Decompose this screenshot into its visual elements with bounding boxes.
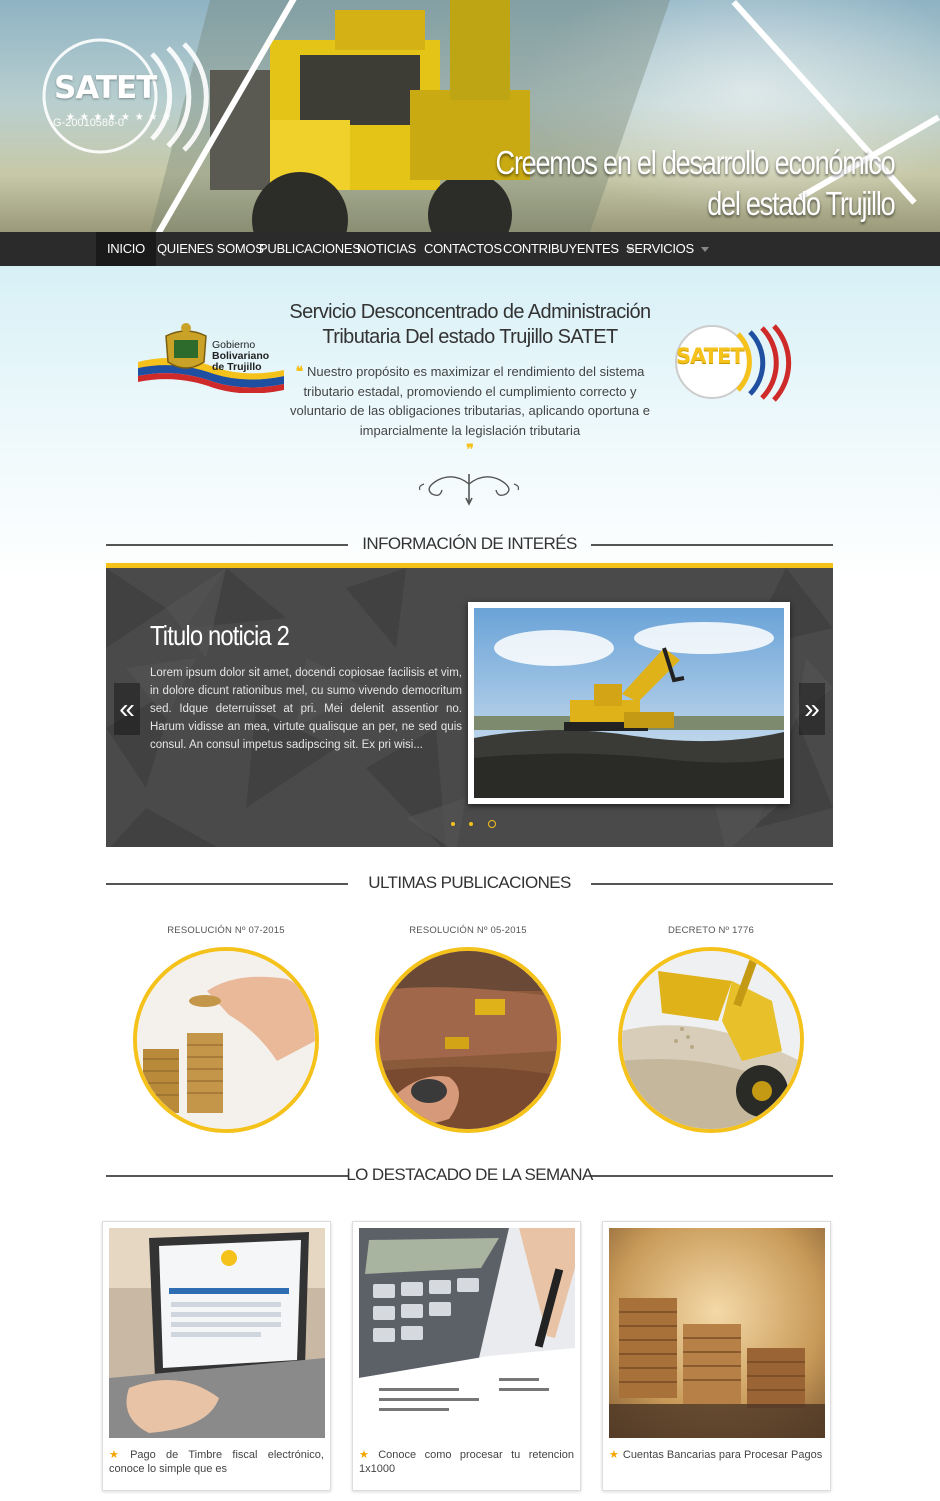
slider-dot-2[interactable] xyxy=(469,821,474,826)
quote-close-icon: ❞ xyxy=(466,441,474,457)
section-title-publications: ULTIMAS PUBLICACIONES xyxy=(368,873,571,892)
featured-card-caption: ★ Cuentas Bancarias para Procesar Pagos xyxy=(609,1448,824,1462)
caret-down-icon xyxy=(700,247,709,253)
nav-item-servicios-label: SERVICIOS xyxy=(626,241,694,256)
laptop-photo xyxy=(109,1228,325,1438)
featured-card-image xyxy=(109,1228,325,1438)
slide-title[interactable]: Titulo noticia 2 xyxy=(150,620,290,652)
intro-title-line-2: Tributaria Del estado Trujillo SATET xyxy=(322,326,618,348)
featured-card[interactable]: ★ Pago de Timbre fiscal electrónico, cono… xyxy=(102,1221,331,1491)
tagline-line-1: Creemos en el desarrollo económico xyxy=(495,144,895,181)
nav-item-contribuyentes-label: CONTRIBUYENTES xyxy=(503,241,619,256)
hero-tagline: Creemos en el desarrollo económico del e… xyxy=(495,142,895,224)
main-nav: INICIO QUIENES SOMOS PUBLICACIONES NOTIC… xyxy=(0,232,940,266)
quote-open-icon: ❝ xyxy=(295,363,307,379)
ornament-divider-icon xyxy=(418,474,520,506)
publication-item[interactable]: RESOLUCIÓN Nº 05-2015 xyxy=(373,925,563,1133)
publication-label: RESOLUCIÓN Nº 07-2015 xyxy=(167,925,285,936)
intro-title: Servicio Desconcentrado de Administració… xyxy=(260,300,680,350)
intro-quote: ❝ Nuestro propósito es maximizar el rend… xyxy=(280,362,660,460)
featured-card-caption: ★ Pago de Timbre fiscal electrónico, cono… xyxy=(109,1448,324,1476)
satet-badge-text: SATET xyxy=(676,344,745,368)
section-heading-info: INFORMACIÓN DE INTERÉS xyxy=(106,534,833,554)
featured-card-caption: ★ Conoce como procesar tu retencion 1x100… xyxy=(359,1448,574,1476)
star-icon: ★ xyxy=(359,1449,375,1461)
featured-card-image xyxy=(609,1228,825,1438)
section-title-featured: LO DESTACADO DE LA SEMANA xyxy=(346,1165,593,1184)
slider-pagination xyxy=(451,815,506,828)
slider-dot-3[interactable] xyxy=(487,819,496,828)
publication-image[interactable] xyxy=(133,947,319,1133)
featured-card-image xyxy=(359,1228,575,1438)
gob-line-3: de Trujillo xyxy=(212,361,262,373)
slide-text: Lorem ipsum dolor sit amet, docendi copi… xyxy=(150,667,462,751)
featured-caption-text: Cuentas Bancarias para Procesar Pagos xyxy=(622,1449,823,1461)
hero-banner: SATET ★ ★ ★ ★ ★ ★ ★ ★ G-20010586-0 Creem… xyxy=(0,0,940,232)
star-icon: ★ xyxy=(109,1449,127,1461)
coins-hand-photo xyxy=(137,951,315,1129)
intro-title-line-1: Servicio Desconcentrado de Administració… xyxy=(289,301,651,323)
excavator-photo xyxy=(474,608,784,798)
logo-text: SATET xyxy=(54,70,157,106)
nav-item-servicios[interactable]: SERVICIOS xyxy=(615,232,720,266)
star-icon: ★ xyxy=(609,1449,619,1461)
news-slider: Titulo noticia 2 Lorem ipsum dolor sit a… xyxy=(106,563,833,847)
slide-photo[interactable] xyxy=(468,602,790,804)
logo-rif: G-20010586-0 xyxy=(53,117,124,129)
loader-photo xyxy=(622,951,800,1129)
section-heading-featured: LO DESTACADO DE LA SEMANA xyxy=(106,1165,833,1185)
section-heading-publications: ULTIMAS PUBLICACIONES xyxy=(106,873,833,893)
featured-card[interactable]: ★ Conoce como procesar tu retencion 1x100… xyxy=(352,1221,581,1491)
featured-caption-text: Pago de Timbre fiscal electrónico, conoc… xyxy=(109,1449,324,1475)
featured-card[interactable]: ★ Cuentas Bancarias para Procesar Pagos xyxy=(602,1221,831,1491)
calculator-photo xyxy=(359,1228,575,1438)
publication-image[interactable] xyxy=(618,947,804,1133)
featured-caption-text: Conoce como procesar tu retencion 1x1000 xyxy=(359,1449,574,1475)
section-title-info: INFORMACIÓN DE INTERÉS xyxy=(362,534,577,553)
tagline-line-2: del estado Trujillo xyxy=(706,185,895,222)
publication-label: DECRETO Nº 1776 xyxy=(667,925,755,936)
satet-logo[interactable]: SATET ★ ★ ★ ★ ★ ★ ★ ★ xyxy=(40,34,230,164)
slider-dot-1[interactable] xyxy=(451,821,455,826)
slider-next-button[interactable]: » xyxy=(799,683,825,735)
coin-stacks-photo xyxy=(609,1228,825,1438)
slider-prev-button[interactable]: « xyxy=(114,683,140,735)
publication-item[interactable]: DECRETO Nº 1776 xyxy=(616,925,806,1133)
intro-quote-text: Nuestro propósito es maximizar el rendim… xyxy=(290,364,650,438)
mining-photo xyxy=(379,951,557,1129)
publication-label: RESOLUCIÓN Nº 05-2015 xyxy=(409,925,527,936)
publication-item[interactable]: RESOLUCIÓN Nº 07-2015 xyxy=(131,925,321,1133)
publication-image[interactable] xyxy=(375,947,561,1133)
